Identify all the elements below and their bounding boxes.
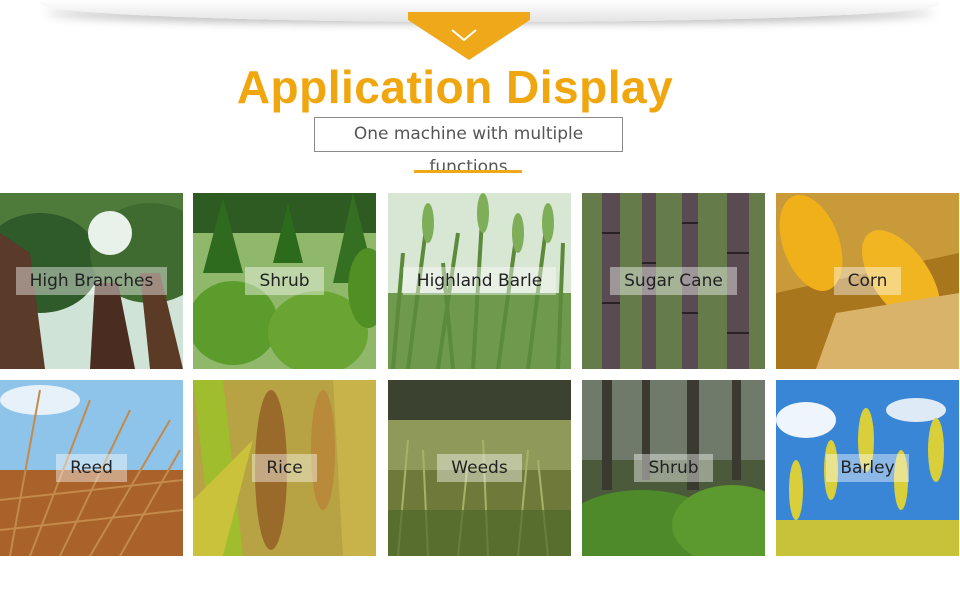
tile-image <box>193 193 376 369</box>
chevron-down-icon <box>451 29 477 42</box>
tile-weeds[interactable]: Weeds <box>388 380 571 556</box>
tile-image <box>0 380 183 556</box>
tile-image <box>776 193 959 369</box>
page-title: Application Display <box>236 61 674 113</box>
tile-shrub-1[interactable]: Shrub <box>193 193 376 369</box>
tile-image <box>582 193 765 369</box>
tile-rice[interactable]: Rice <box>193 380 376 556</box>
tile-image <box>388 193 571 369</box>
tile-image <box>193 380 376 556</box>
tile-sugar-cane[interactable]: Sugar Cane <box>582 193 765 369</box>
tile-barley[interactable]: Barley <box>776 380 959 556</box>
tile-shrub-2[interactable]: Shrub <box>582 380 765 556</box>
title-underline <box>414 170 522 173</box>
top-tab <box>408 12 530 20</box>
tile-highland-barley[interactable]: Highland Barle <box>388 193 571 369</box>
page-subtitle: One machine with multiple functions <box>314 117 623 177</box>
tile-image <box>0 193 183 369</box>
tile-image <box>776 380 959 556</box>
tile-reed[interactable]: Reed <box>0 380 183 556</box>
tile-image <box>388 380 571 556</box>
tile-image <box>582 380 765 556</box>
tile-high-branches[interactable]: High Branches <box>0 193 183 369</box>
tile-corn[interactable]: Corn <box>776 193 959 369</box>
